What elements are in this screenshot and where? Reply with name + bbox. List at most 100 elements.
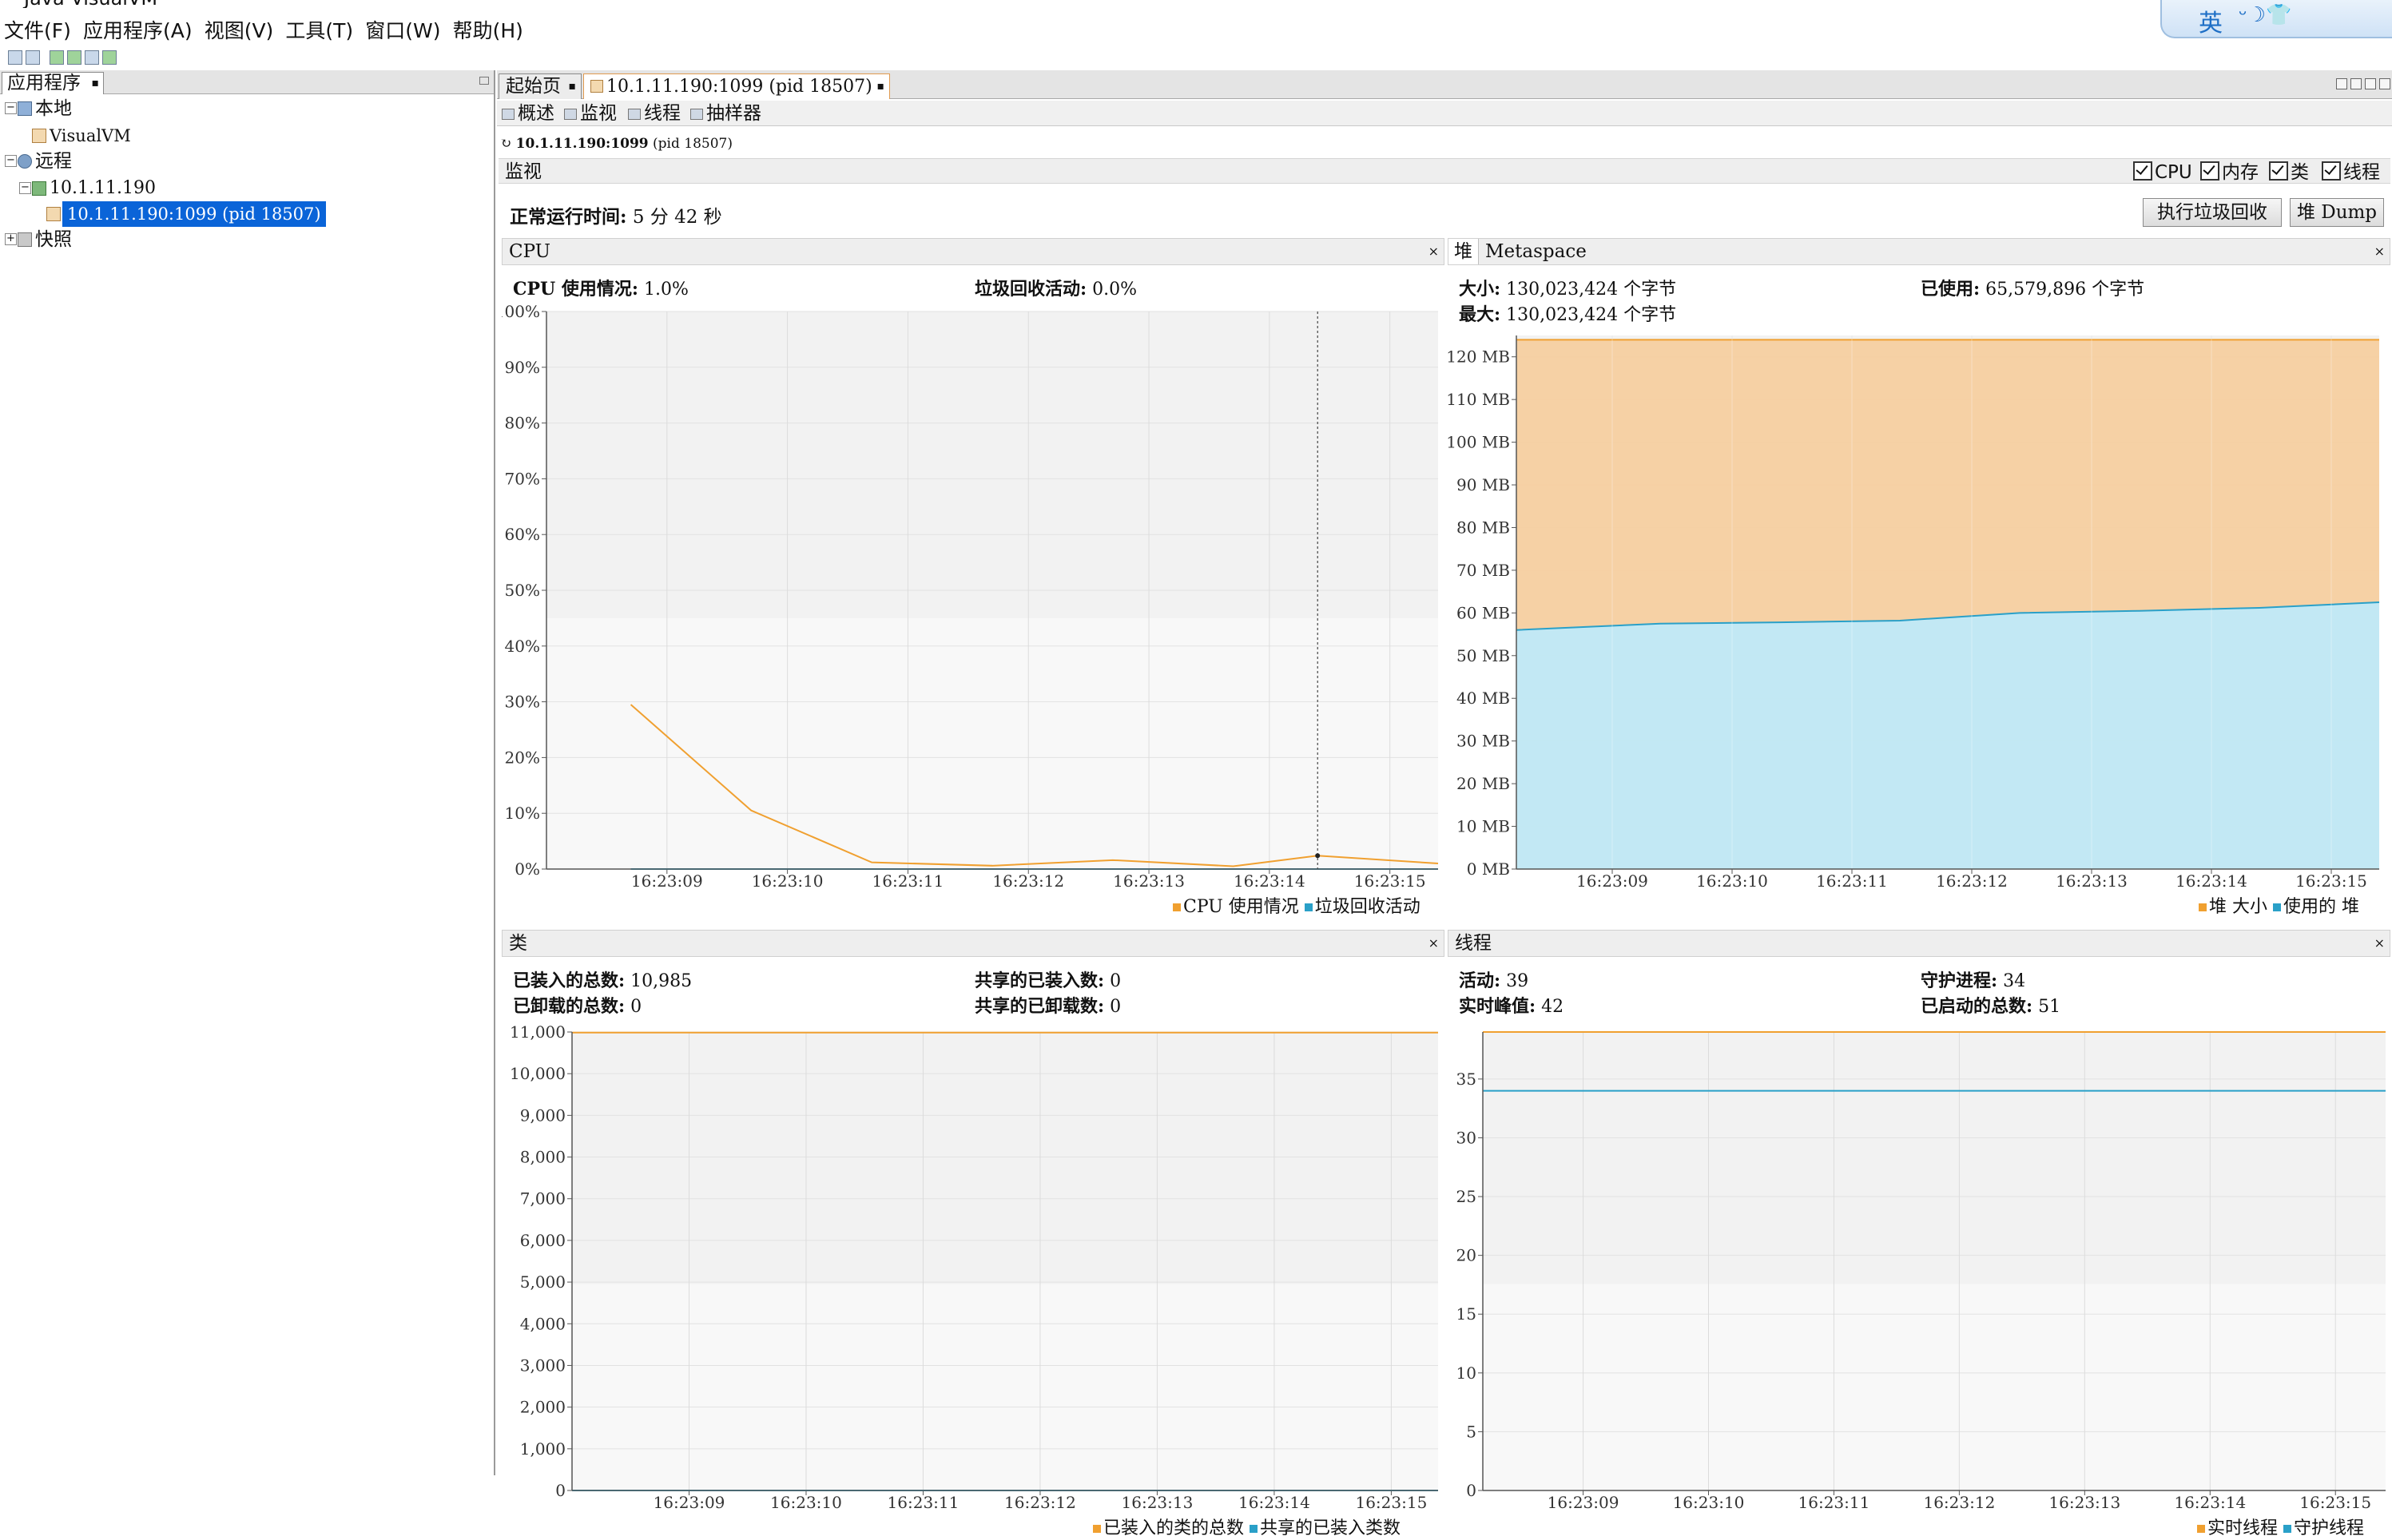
menu-view[interactable]: 视图(V) (201, 14, 278, 48)
applications-panel: 应用程序 ▪ − 本地 VisualVM − 远程 − 10.1.11.190 … (0, 70, 495, 1475)
thread-dump-icon[interactable] (102, 50, 117, 65)
collapse-icon[interactable]: − (5, 155, 17, 167)
ime-language-label[interactable]: 英 (2199, 3, 2223, 38)
close-icon[interactable]: × (1428, 931, 1439, 956)
y-tick-label: 90 MB (1456, 475, 1510, 494)
tree-item-snapshots[interactable]: + 快照 (0, 227, 495, 252)
restore-icon[interactable] (2365, 78, 2376, 89)
close-icon[interactable]: ▪ (92, 73, 100, 94)
tab-process[interactable]: 10.1.11.190:1099 (pid 18507) ▪ (583, 73, 890, 99)
subtab-sampler[interactable]: 抽样器 (690, 101, 761, 126)
close-icon[interactable]: × (2374, 239, 2385, 264)
threads-panel-title: 线程 (1455, 933, 1492, 954)
plot-area-lower (546, 617, 1438, 869)
tree-item-host[interactable]: − 10.1.11.190 (0, 176, 495, 201)
uptime-value: 5 分 42 秒 (632, 207, 722, 228)
y-tick-label: 30 (1456, 1128, 1476, 1147)
plot-area-lower (572, 1284, 1438, 1490)
tab-metaspace[interactable]: Metaspace (1485, 239, 1587, 264)
remote-icon (18, 154, 32, 169)
close-icon[interactable]: × (1428, 239, 1439, 264)
tree-label-process[interactable]: 10.1.11.190:1099 (pid 18507) (62, 201, 326, 227)
memory-checkbox[interactable]: 内存 (2200, 161, 2259, 183)
y-tick-label: 60 MB (1456, 603, 1510, 622)
x-tick-label: 16:23:15 (2295, 871, 2367, 891)
open-snapshot-icon[interactable] (8, 50, 22, 65)
x-tick-label: 16:23:14 (2175, 871, 2247, 891)
y-tick-label: 70% (505, 469, 540, 488)
menu-file[interactable]: 文件(F) (0, 14, 75, 48)
heap-dump-button[interactable]: 堆 Dump (2290, 198, 2384, 227)
add-jmx-connection-icon[interactable] (50, 50, 64, 65)
cpu-checkbox[interactable]: CPU (2133, 161, 2192, 183)
subtab-monitor[interactable]: 监视 (564, 101, 617, 126)
tree-item-local[interactable]: − 本地 (0, 96, 495, 121)
x-tick-label: 16:23:11 (872, 871, 944, 891)
y-tick-label: 0 MB (1467, 859, 1510, 879)
tree-item-process[interactable]: 10.1.11.190:1099 (pid 18507) (0, 201, 495, 227)
heap-dump-icon[interactable] (85, 50, 99, 65)
tree-label-host: 10.1.11.190 (50, 178, 156, 198)
y-tick-label: 50% (505, 581, 540, 600)
y-tick-label: 25 (1456, 1187, 1476, 1206)
monitor-title: 监视 (505, 161, 542, 182)
menu-applications[interactable]: 应用程序(A) (79, 14, 197, 48)
legend-heap-used: 使用的 堆 (2273, 897, 2359, 917)
tree-item-visualvm[interactable]: VisualVM (0, 123, 495, 149)
tree-item-remote[interactable]: − 远程 (0, 149, 495, 174)
tree-label-local: 本地 (35, 98, 72, 119)
menu-bar: 文件(F) 应用程序(A) 视图(V) 工具(T) 窗口(W) 帮助(H) (0, 11, 2392, 48)
close-icon[interactable]: × (2374, 931, 2385, 956)
close-icon[interactable]: ▪ (877, 74, 885, 98)
perform-gc-button[interactable]: 执行垃圾回收 (2143, 198, 2282, 227)
y-tick-label: 80% (505, 414, 540, 433)
view-subtabs: 概述 监视 线程 抽样器 (497, 101, 2392, 126)
applications-tab[interactable]: 应用程序 ▪ (2, 72, 104, 94)
x-tick-label: 16:23:11 (1816, 871, 1888, 891)
shared-loaded-stat: 共享的已装入数: 0 (975, 970, 1122, 991)
toolbar (0, 48, 2392, 69)
cpu-chart: 0% 10% 20% 30% 40% 50% 60% 70% 80% 90% 100% 16:23:0… (502, 304, 1439, 891)
subtab-threads[interactable]: 线程 (628, 101, 681, 126)
expand-icon[interactable]: + (5, 233, 17, 245)
tree-label-visualvm: VisualVM (50, 126, 131, 145)
y-tick-label: 20 MB (1456, 774, 1510, 793)
x-tick-label: 16:23:10 (752, 871, 824, 891)
collapse-icon[interactable]: − (19, 182, 31, 194)
y-tick-label: 10,000 (510, 1064, 566, 1083)
ime-toolbar[interactable]: 英 ᵕ☽👕 (2160, 0, 2392, 38)
maximize-icon[interactable] (2379, 78, 2390, 89)
classes-panel-title: 类 (509, 933, 527, 954)
close-icon[interactable]: ▪ (569, 74, 577, 98)
tree-label-remote: 远程 (35, 151, 72, 172)
menu-window[interactable]: 窗口(W) (361, 14, 444, 48)
collapse-icon[interactable]: − (5, 102, 17, 114)
monitor-panel: 起始页 ▪ 10.1.11.190:1099 (pid 18507) ▪ 概述 … (497, 70, 2392, 1538)
ime-icons[interactable]: ᵕ☽👕 (2239, 3, 2291, 27)
y-tick-label: 10 MB (1456, 817, 1510, 836)
legend-loaded-classes: 已装入的类的总数 (1093, 1518, 1244, 1538)
heap-panel-header: 堆 Metaspace × (1448, 238, 2390, 265)
minimize-icon[interactable] (479, 77, 489, 85)
threads-icon (628, 109, 641, 120)
y-tick-label: 7,000 (520, 1189, 566, 1209)
y-tick-label: 0 (555, 1481, 566, 1500)
java-app-icon (590, 80, 603, 93)
refresh-icon: ↻ (500, 136, 512, 152)
heap-max-stat: 最大: 130,023,424 个字节 (1459, 304, 1677, 325)
menu-tools[interactable]: 工具(T) (281, 14, 357, 48)
scroll-tabs-icon[interactable] (2336, 78, 2347, 89)
subtab-overview[interactable]: 概述 (502, 101, 554, 126)
tab-heap[interactable]: 堆 (1448, 239, 1479, 264)
x-tick-label: 16:23:10 (1673, 1493, 1745, 1512)
x-tick-label: 16:23:13 (1113, 871, 1185, 891)
threads-checkbox[interactable]: 线程 (2322, 161, 2380, 183)
save-icon[interactable] (26, 50, 40, 65)
add-remote-host-icon[interactable] (67, 50, 81, 65)
classes-checkbox[interactable]: 类 (2269, 161, 2309, 183)
menu-help[interactable]: 帮助(H) (449, 14, 527, 48)
tab-start-page[interactable]: 起始页 ▪ (499, 73, 582, 99)
x-tick-label: 16:23:09 (654, 1493, 725, 1512)
tab-list-icon[interactable] (2350, 78, 2362, 89)
process-pid: (pid 18507) (653, 136, 733, 152)
